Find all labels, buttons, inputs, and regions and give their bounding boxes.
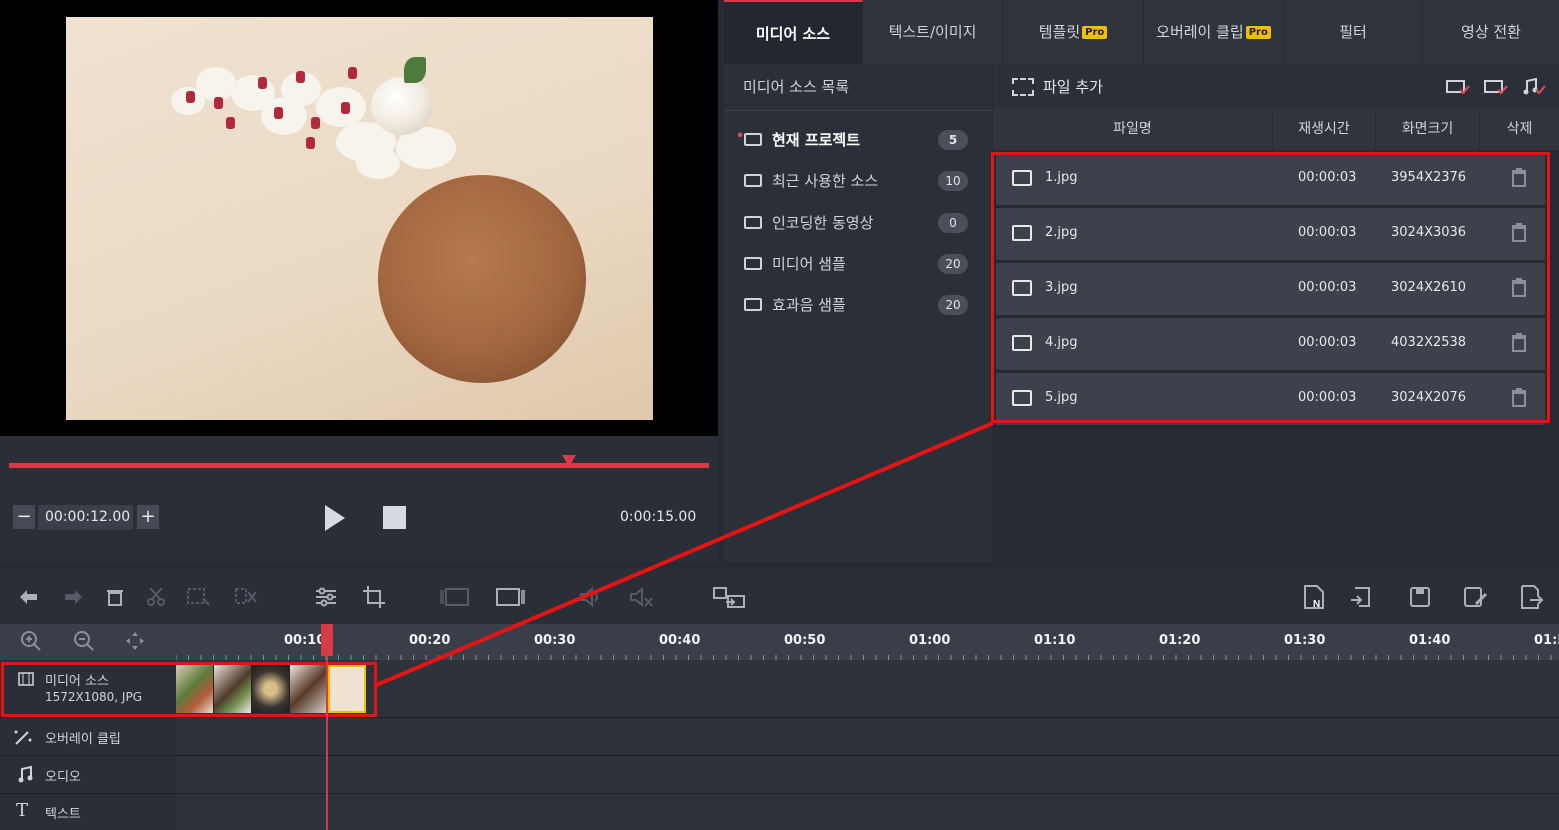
- zoom-in-icon[interactable]: [20, 630, 42, 652]
- track-audio-lane[interactable]: [176, 756, 1559, 794]
- timeline-tick-label: 01:5: [1534, 633, 1559, 648]
- undo-icon[interactable]: [16, 584, 42, 610]
- folder-open-icon: [744, 133, 762, 146]
- source-list-title: 미디어 소스 목록: [743, 78, 850, 96]
- svg-text:N: N: [1313, 599, 1320, 610]
- header-filename[interactable]: 파일명: [993, 109, 1273, 150]
- tab-text-image[interactable]: 텍스트/이미지: [863, 0, 1003, 64]
- timeline-tick-label: 00:10: [284, 633, 326, 648]
- time-increment-button[interactable]: +: [137, 505, 159, 529]
- redo-icon[interactable]: [60, 584, 86, 610]
- time-decrement-button[interactable]: −: [13, 505, 35, 529]
- tab-template[interactable]: 템플릿 Pro: [1003, 0, 1144, 64]
- tab-media-source[interactable]: 미디어 소스: [724, 0, 863, 64]
- add-file-icon[interactable]: [1012, 78, 1034, 96]
- count-badge: 10: [938, 171, 968, 191]
- export-icon[interactable]: [1518, 584, 1544, 610]
- zoom-out-icon[interactable]: [73, 630, 95, 652]
- folder-icon: [744, 174, 762, 187]
- divider: [724, 110, 992, 111]
- track-text-label: 텍스트: [45, 807, 81, 822]
- adjust-icon[interactable]: [313, 584, 339, 610]
- highlight-box-files: [991, 152, 1550, 423]
- delete-icon[interactable]: [102, 584, 128, 610]
- folder-export-icon: [744, 216, 762, 229]
- fit-timeline-icon[interactable]: [124, 630, 146, 652]
- tab-bar: 미디어 소스 텍스트/이미지 템플릿 Pro 오버레이 클립 Pro 필터 영상 전…: [724, 0, 1559, 64]
- folder-icon: [744, 298, 762, 311]
- pro-badge: Pro: [1245, 26, 1271, 39]
- timeline-tick-label: 01:30: [1284, 633, 1326, 648]
- track-overlay-lane[interactable]: [176, 718, 1559, 756]
- pro-badge: Pro: [1082, 26, 1108, 39]
- track-overlay-header[interactable]: 오버레이 클립: [0, 718, 176, 756]
- open-project-icon[interactable]: [1349, 584, 1375, 610]
- count-badge: 20: [938, 254, 968, 274]
- track-overlay-label: 오버레이 클립: [45, 732, 121, 747]
- current-time-field[interactable]: 00:00:12.00: [38, 505, 133, 530]
- playhead-handle[interactable]: [321, 624, 333, 656]
- filter-audio-icon[interactable]: [1522, 78, 1546, 96]
- split-icon[interactable]: [233, 584, 259, 610]
- header-size[interactable]: 화면크기: [1376, 109, 1480, 150]
- source-item-media-samples[interactable]: 미디어 샘플 20: [744, 251, 974, 277]
- tab-overlay-clip[interactable]: 오버레이 클립 Pro: [1144, 0, 1284, 64]
- track-audio-header[interactable]: 오디오: [0, 756, 176, 794]
- count-badge: 0: [938, 213, 968, 233]
- track-text-lane[interactable]: [176, 794, 1559, 830]
- save-as-icon[interactable]: [1462, 584, 1488, 610]
- add-file-button[interactable]: 파일 추가: [1043, 76, 1103, 97]
- tab-transition[interactable]: 영상 전환: [1423, 0, 1559, 64]
- filter-video-icon[interactable]: [1484, 78, 1508, 96]
- timeline-tick-label: 01:20: [1159, 633, 1201, 648]
- overlay-magic-icon: [14, 730, 32, 745]
- highlight-box-track: [1, 662, 377, 717]
- folder-icon: [744, 257, 762, 270]
- music-note-icon: [18, 766, 33, 783]
- header-duration[interactable]: 재생시간: [1273, 109, 1376, 150]
- tab-filter[interactable]: 필터: [1284, 0, 1423, 64]
- filter-image-icon[interactable]: [1446, 78, 1470, 96]
- count-badge: 20: [938, 295, 968, 315]
- source-item-encoded[interactable]: 인코딩한 동영상 0: [744, 210, 974, 236]
- track-text-header[interactable]: T 텍스트: [0, 794, 176, 830]
- save-icon[interactable]: [1407, 584, 1433, 610]
- source-item-recent[interactable]: 최근 사용한 소스 10: [744, 168, 974, 194]
- source-item-sound-samples[interactable]: 효과음 샘플 20: [744, 292, 974, 318]
- source-item-current-project[interactable]: • 현재 프로젝트 5: [736, 127, 974, 153]
- new-project-icon[interactable]: N: [1301, 584, 1327, 610]
- select-range-icon[interactable]: [185, 584, 211, 610]
- timeline-tick-label: 01:40: [1409, 633, 1451, 648]
- file-table-header: 파일명 재생시간 화면크기 삭제: [993, 109, 1559, 150]
- count-badge: 5: [938, 130, 968, 150]
- text-t-icon: T: [16, 800, 29, 821]
- header-delete: 삭제: [1506, 121, 1533, 137]
- callout-arrow-line: [373, 421, 994, 688]
- play-icon[interactable]: [325, 505, 345, 531]
- timeline-tick-label: 01:10: [1034, 633, 1076, 648]
- preview-image: [66, 17, 653, 420]
- track-audio-label: 오디오: [45, 770, 81, 785]
- cut-icon[interactable]: [143, 584, 169, 610]
- active-dot: •: [736, 129, 745, 144]
